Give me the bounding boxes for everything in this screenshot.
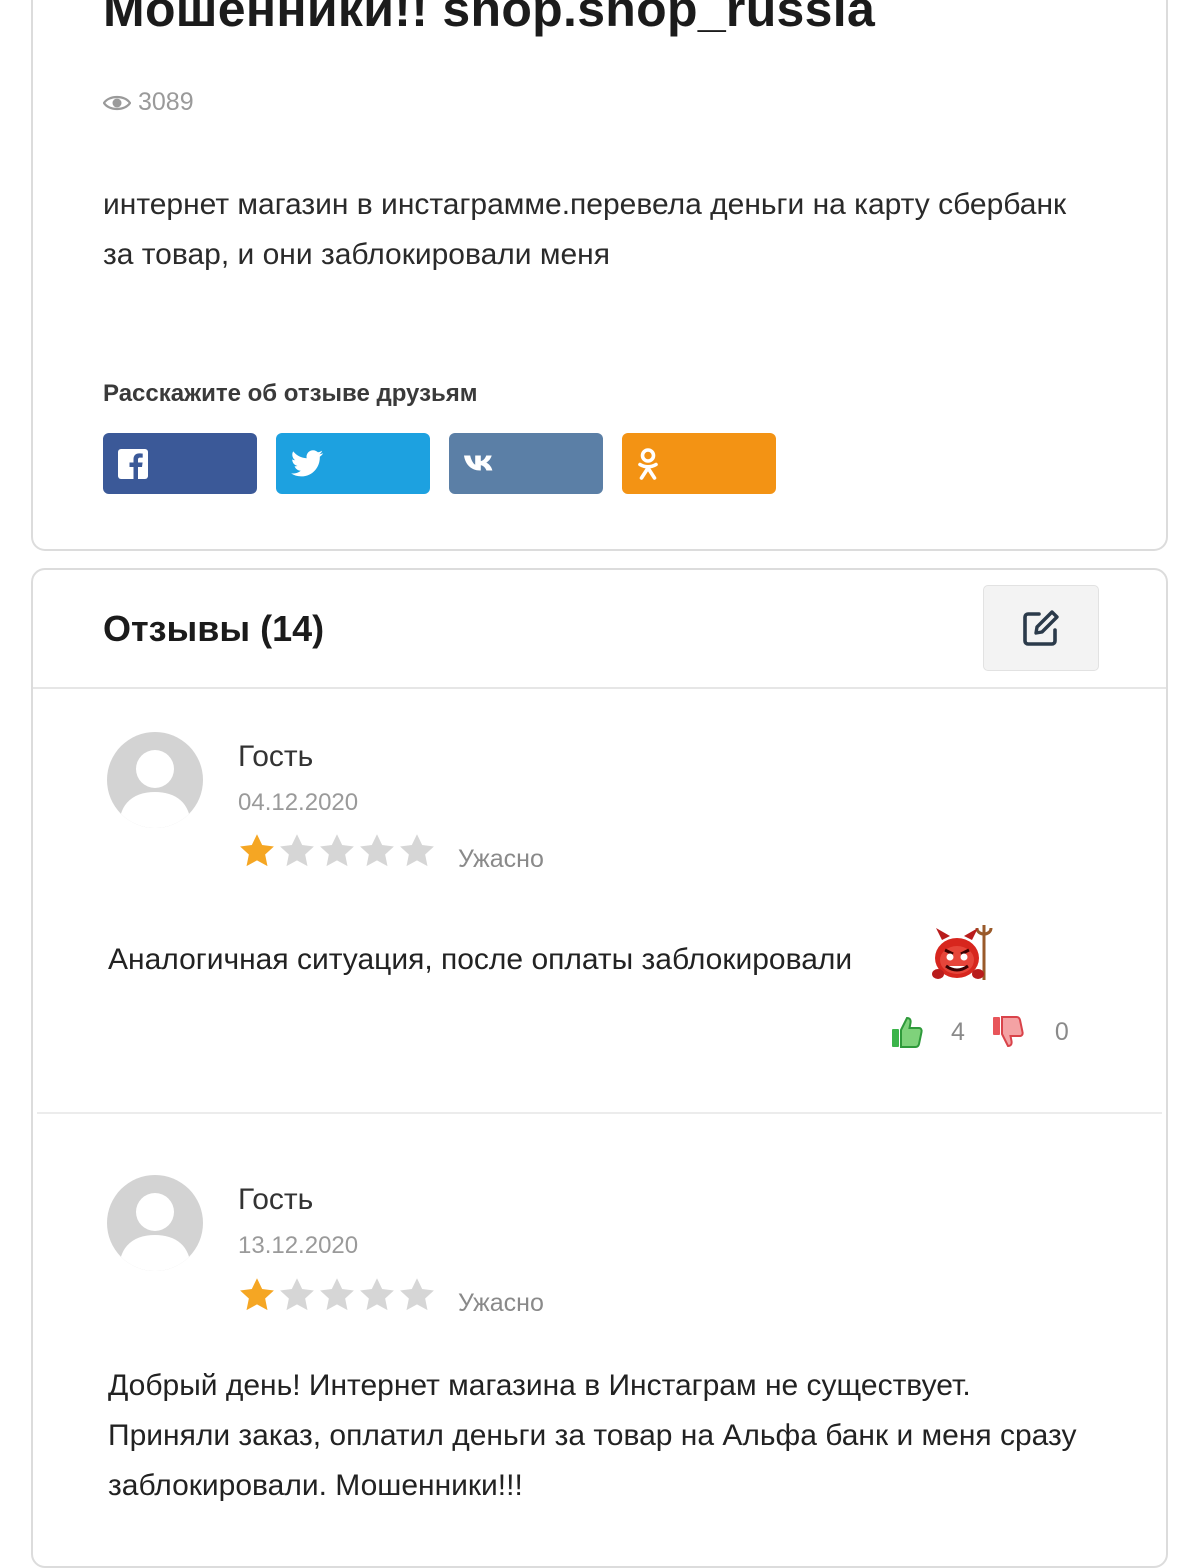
share-odnoklassniki-button[interactable] [622,433,776,494]
share-twitter-button[interactable] [276,433,430,494]
star-empty-icon [400,834,434,867]
rating-stars [238,833,436,869]
likes-count: 4 [951,1017,965,1046]
avatar [107,1175,203,1271]
review-date: 13.12.2020 [238,1232,359,1259]
thumbs-down-icon[interactable] [991,1015,1025,1049]
reviews-header: Отзывы (14) [103,608,325,649]
star-filled-icon [240,834,274,867]
share-buttons [103,433,776,494]
odnoklassniki-icon [638,447,658,480]
dislikes-count: 0 [1054,1017,1069,1046]
user-placeholder-icon [119,750,191,828]
star-empty-icon [280,1278,314,1311]
rating-label: Ужасно [458,845,544,873]
star-empty-icon [320,834,354,867]
reviews-card: Отзывы (14) Гость 04.12.2020 Ужасно Анал… [31,568,1168,1568]
rating-stars [238,1277,436,1313]
reviews-header-divider [33,687,1166,689]
review-text: Добрый день! Интернет магазина в Инстагр… [108,1369,1077,1502]
share-vk-button[interactable] [449,433,603,494]
user-placeholder-icon [119,1193,191,1271]
views-count: 3089 [138,88,194,116]
star-empty-icon [320,1278,354,1311]
star-empty-icon [400,1278,434,1311]
star-empty-icon [280,834,314,867]
review-text: Аналогичная ситуация, после оплаты забло… [108,943,853,976]
share-label: Расскажите об отзыве друзьям [103,380,478,407]
share-facebook-button[interactable] [103,433,257,494]
review-divider [37,1112,1162,1114]
thumbs-up-icon[interactable] [890,1015,924,1049]
star-filled-icon [240,1278,274,1311]
facebook-icon [118,448,148,479]
eye-icon [103,95,131,110]
twitter-icon [291,449,324,476]
review-author: Гость [238,1183,314,1216]
devil-emoji [932,925,993,980]
review-author: Гость [238,740,314,773]
post-title: Мошенники!! shop.shop_russia [103,0,876,37]
avatar [107,732,203,828]
vk-icon [464,455,493,470]
star-empty-icon [360,1278,394,1311]
edit-icon [1023,610,1059,646]
post-card: Мошенники!! shop.shop_russia 3089 интерн… [31,0,1168,551]
post-description: интернет магазин в инстаграмме.перевела … [103,188,1067,271]
write-review-button[interactable] [983,585,1099,671]
review-votes: 4 0 [890,1015,1069,1049]
star-empty-icon [360,834,394,867]
review-date: 04.12.2020 [238,789,359,816]
views-counter: 3089 [103,88,194,117]
rating-label: Ужасно [458,1289,544,1317]
